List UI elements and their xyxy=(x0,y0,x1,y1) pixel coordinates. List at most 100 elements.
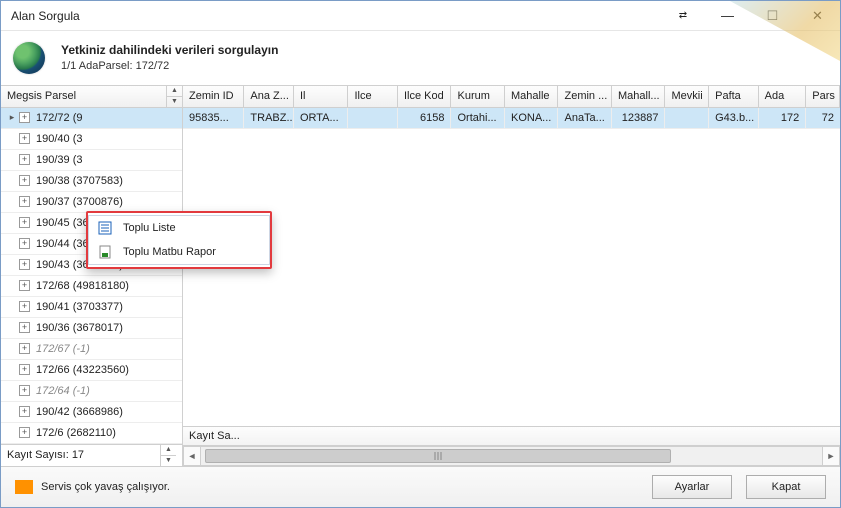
close-button[interactable]: Kapat xyxy=(746,475,826,499)
record-count-value: 17 xyxy=(72,449,84,461)
row-marker-icon: ▸ xyxy=(5,112,19,123)
settings-button[interactable]: Ayarlar xyxy=(652,475,732,499)
expand-icon[interactable]: + xyxy=(19,112,30,123)
footer-spin-down-icon[interactable]: ▼ xyxy=(161,456,176,466)
footer-spin-up-icon[interactable]: ▲ xyxy=(161,445,176,456)
row-label: 190/37 (3700876) xyxy=(36,196,178,208)
left-header-label: Megsis Parsel xyxy=(1,90,166,102)
column-header[interactable]: Zemin ID xyxy=(183,86,244,107)
row-label: 190/41 (3703377) xyxy=(36,301,178,313)
column-header[interactable]: Mahall... xyxy=(612,86,666,107)
header-title: Yetkiniz dahilindeki verileri sorgulayın xyxy=(61,43,278,57)
row-label: 172/72 (9 xyxy=(36,112,178,124)
table-row[interactable]: +190/36 (3678017) xyxy=(1,318,182,339)
row-label: 172/68 (49818180) xyxy=(36,280,178,292)
row-label: 172/67 (-1) xyxy=(36,343,178,355)
spin-up-icon[interactable]: ▲ xyxy=(167,86,182,97)
expand-icon[interactable]: + xyxy=(19,154,30,165)
column-header[interactable]: Ilce xyxy=(348,86,398,107)
footer-spin: ▲ ▼ xyxy=(160,445,176,466)
column-header[interactable]: Mevkii xyxy=(665,86,709,107)
column-header[interactable]: Pars xyxy=(806,86,840,107)
menu-item-toplu-rapor[interactable]: Toplu Matbu Rapor xyxy=(89,240,269,264)
left-column-header[interactable]: Megsis Parsel ▲ ▼ xyxy=(1,86,182,108)
cell-ada: 172 xyxy=(759,108,807,128)
cell-zemin-t: AnaTa... xyxy=(558,108,612,128)
row-label: 190/40 (3 xyxy=(36,133,178,145)
expand-icon[interactable]: + xyxy=(19,238,30,249)
menu-item-label: Toplu Liste xyxy=(123,222,176,234)
table-row[interactable]: +190/42 (3668986) xyxy=(1,402,182,423)
globe-icon xyxy=(13,42,45,74)
horizontal-scrollbar[interactable]: ◄ ► xyxy=(183,446,840,466)
table-row[interactable]: +172/6 (2682110) xyxy=(1,423,182,444)
table-row[interactable]: +190/41 (3703377) xyxy=(1,297,182,318)
row-label: 190/42 (3668986) xyxy=(36,406,178,418)
title-bar: Alan Sorgula ⇄ — ☐ ✕ xyxy=(1,1,840,31)
menu-item-label: Toplu Matbu Rapor xyxy=(123,246,216,258)
expand-icon[interactable]: + xyxy=(19,406,30,417)
record-count-bar: Kayıt Sayısı: 17 ▲ ▼ xyxy=(1,444,182,466)
column-header[interactable]: Ana Z... xyxy=(244,86,294,107)
table-row[interactable]: +190/38 (3707583) xyxy=(1,171,182,192)
column-header[interactable]: Il xyxy=(294,86,348,107)
expand-icon[interactable]: + xyxy=(19,196,30,207)
menu-item-toplu-liste[interactable]: Toplu Liste xyxy=(89,216,269,240)
table-row[interactable]: +172/66 (43223560) xyxy=(1,360,182,381)
record-count-label: Kayıt Sayısı: xyxy=(7,449,69,461)
expand-icon[interactable]: + xyxy=(19,385,30,396)
cell-pafta: G43.b... xyxy=(709,108,759,128)
table-row[interactable]: +190/37 (3700876) xyxy=(1,192,182,213)
row-label: 190/38 (3707583) xyxy=(36,175,178,187)
row-label: 190/39 (3 xyxy=(36,154,178,166)
expand-icon[interactable]: + xyxy=(19,133,30,144)
status-text: Servis çok yavaş çalışıyor. xyxy=(41,481,170,493)
expand-icon[interactable]: + xyxy=(19,259,30,270)
table-row[interactable]: +190/40 (3 xyxy=(1,129,182,150)
scroll-left-icon[interactable]: ◄ xyxy=(183,446,201,466)
column-header[interactable]: Zemin ... xyxy=(558,86,612,107)
window-title: Alan Sorgula xyxy=(11,9,80,23)
row-label: 172/6 (2682110) xyxy=(36,427,178,439)
grid: Megsis Parsel ▲ ▼ ▸+172/72 (9+190/40 (3+… xyxy=(1,86,840,466)
scroll-right-icon[interactable]: ► xyxy=(822,446,840,466)
column-header[interactable]: Mahalle xyxy=(505,86,559,107)
pin-button[interactable]: ⇄ xyxy=(660,1,705,30)
expand-icon[interactable]: + xyxy=(19,364,30,375)
expand-icon[interactable]: + xyxy=(19,217,30,228)
expand-icon[interactable]: + xyxy=(19,427,30,438)
right-column-headers: Zemin IDAna Z...IlIlceIlce KodKurumMahal… xyxy=(183,86,840,108)
cell-kurum: Ortahi... xyxy=(451,108,505,128)
spin-down-icon[interactable]: ▼ xyxy=(167,97,182,107)
status-color-icon xyxy=(15,480,33,494)
scroll-track[interactable] xyxy=(201,446,822,466)
cell-mahalle-id: 123887 xyxy=(612,108,666,128)
column-header[interactable]: Ilce Kod xyxy=(398,86,452,107)
expand-icon[interactable]: + xyxy=(19,175,30,186)
cell-ilce-kod: 6158 xyxy=(398,108,452,128)
table-row[interactable]: +172/64 (-1) xyxy=(1,381,182,402)
expand-icon[interactable]: + xyxy=(19,280,30,291)
row-label: 172/66 (43223560) xyxy=(36,364,178,376)
table-row[interactable]: +172/68 (49818180) xyxy=(1,276,182,297)
right-body: 95835... TRABZ... ORTA... 6158 Ortahi...… xyxy=(183,108,840,426)
expand-icon[interactable]: + xyxy=(19,322,30,333)
thumb-grip-icon xyxy=(434,452,441,460)
left-panel: Megsis Parsel ▲ ▼ ▸+172/72 (9+190/40 (3+… xyxy=(1,86,183,466)
cell-pars: 72 xyxy=(806,108,840,128)
column-header[interactable]: Ada xyxy=(759,86,807,107)
cell-ana-z: TRABZ... xyxy=(244,108,294,128)
summary-label: Kayıt Sa... xyxy=(189,430,240,442)
table-row[interactable]: ▸+172/72 (9 xyxy=(1,108,182,129)
column-header[interactable]: Pafta xyxy=(709,86,759,107)
summary-bar: Kayıt Sa... xyxy=(183,426,840,446)
scroll-thumb[interactable] xyxy=(205,449,671,463)
table-row[interactable]: +190/39 (3 xyxy=(1,150,182,171)
right-panel: Zemin IDAna Z...IlIlceIlce KodKurumMahal… xyxy=(183,86,840,466)
row-label: 172/64 (-1) xyxy=(36,385,178,397)
table-row[interactable]: +172/67 (-1) xyxy=(1,339,182,360)
expand-icon[interactable]: + xyxy=(19,343,30,354)
detail-row[interactable]: 95835... TRABZ... ORTA... 6158 Ortahi...… xyxy=(183,108,840,129)
column-header[interactable]: Kurum xyxy=(451,86,505,107)
expand-icon[interactable]: + xyxy=(19,301,30,312)
